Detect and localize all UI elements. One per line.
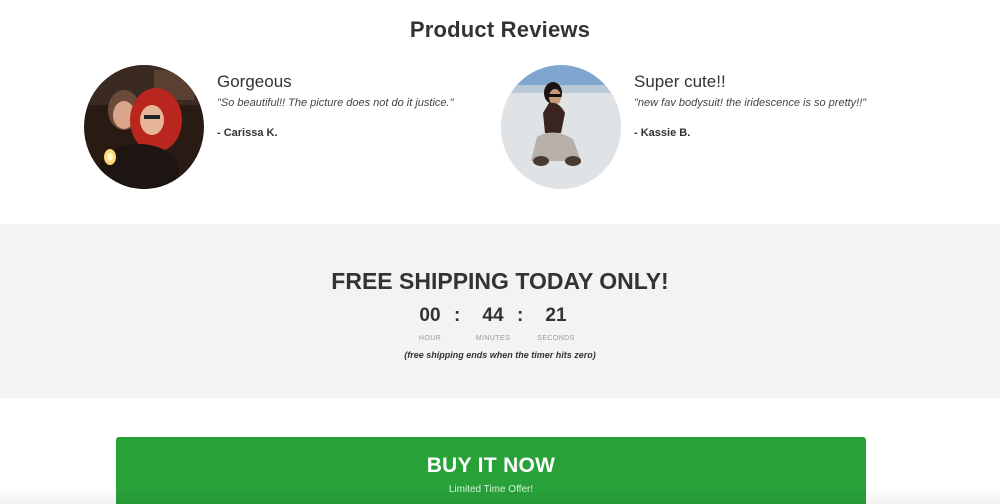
review-title: Gorgeous [217,72,292,91]
timer-seconds: 21 SECONDS [526,304,586,342]
review-author: - Carissa K. [217,127,278,139]
shipping-note: (free shipping ends when the timer hits … [404,350,596,360]
review-card: Gorgeous "So beautiful!! The picture doe… [84,65,504,190]
review-quote: "So beautiful!! The picture does not do … [217,97,454,109]
reviewer-photo [84,65,204,189]
timer-hour-label: HOUR [418,335,442,342]
timer-hour: 00 HOUR [400,304,460,342]
timer-minutes-label: MINUTES [475,335,511,342]
review-author: - Kassie B. [634,127,691,139]
review-quote: "new fav bodysuit! the iridescence is so… [634,97,867,109]
free-shipping-heading: FREE SHIPPING TODAY ONLY! [331,268,669,294]
review-title: Super cute!! [634,72,726,91]
buy-button-label: BUY IT NOW [426,454,556,477]
timer-seconds-label: SECONDS [537,335,575,342]
buy-button-sublabel: Limited Time Offer! [448,484,534,495]
review-card: Super cute!! "new fav bodysuit! the irid… [501,65,921,190]
timer-minutes: 44 MINUTES [463,304,523,342]
timer-separator: : [517,305,524,326]
timer-minutes-value: 44 [482,305,504,326]
reviews-heading: Product Reviews [409,17,591,42]
timer-seconds-value: 21 [545,305,567,326]
timer-separator: : [454,305,461,326]
product-reviews-section: Product Reviews Gorgeous "So beautiful!!… [0,0,1000,224]
countdown-timer: 00 HOUR : 44 MINUTES : 21 SECONDS [0,304,1000,344]
buy-it-now-button[interactable]: BUY IT NOW Limited Time Offer! [116,437,866,504]
reviewer-photo [501,65,621,189]
timer-hour-value: 00 [419,305,441,326]
free-shipping-banner: FREE SHIPPING TODAY ONLY! 00 HOUR : 44 M… [0,224,1000,398]
